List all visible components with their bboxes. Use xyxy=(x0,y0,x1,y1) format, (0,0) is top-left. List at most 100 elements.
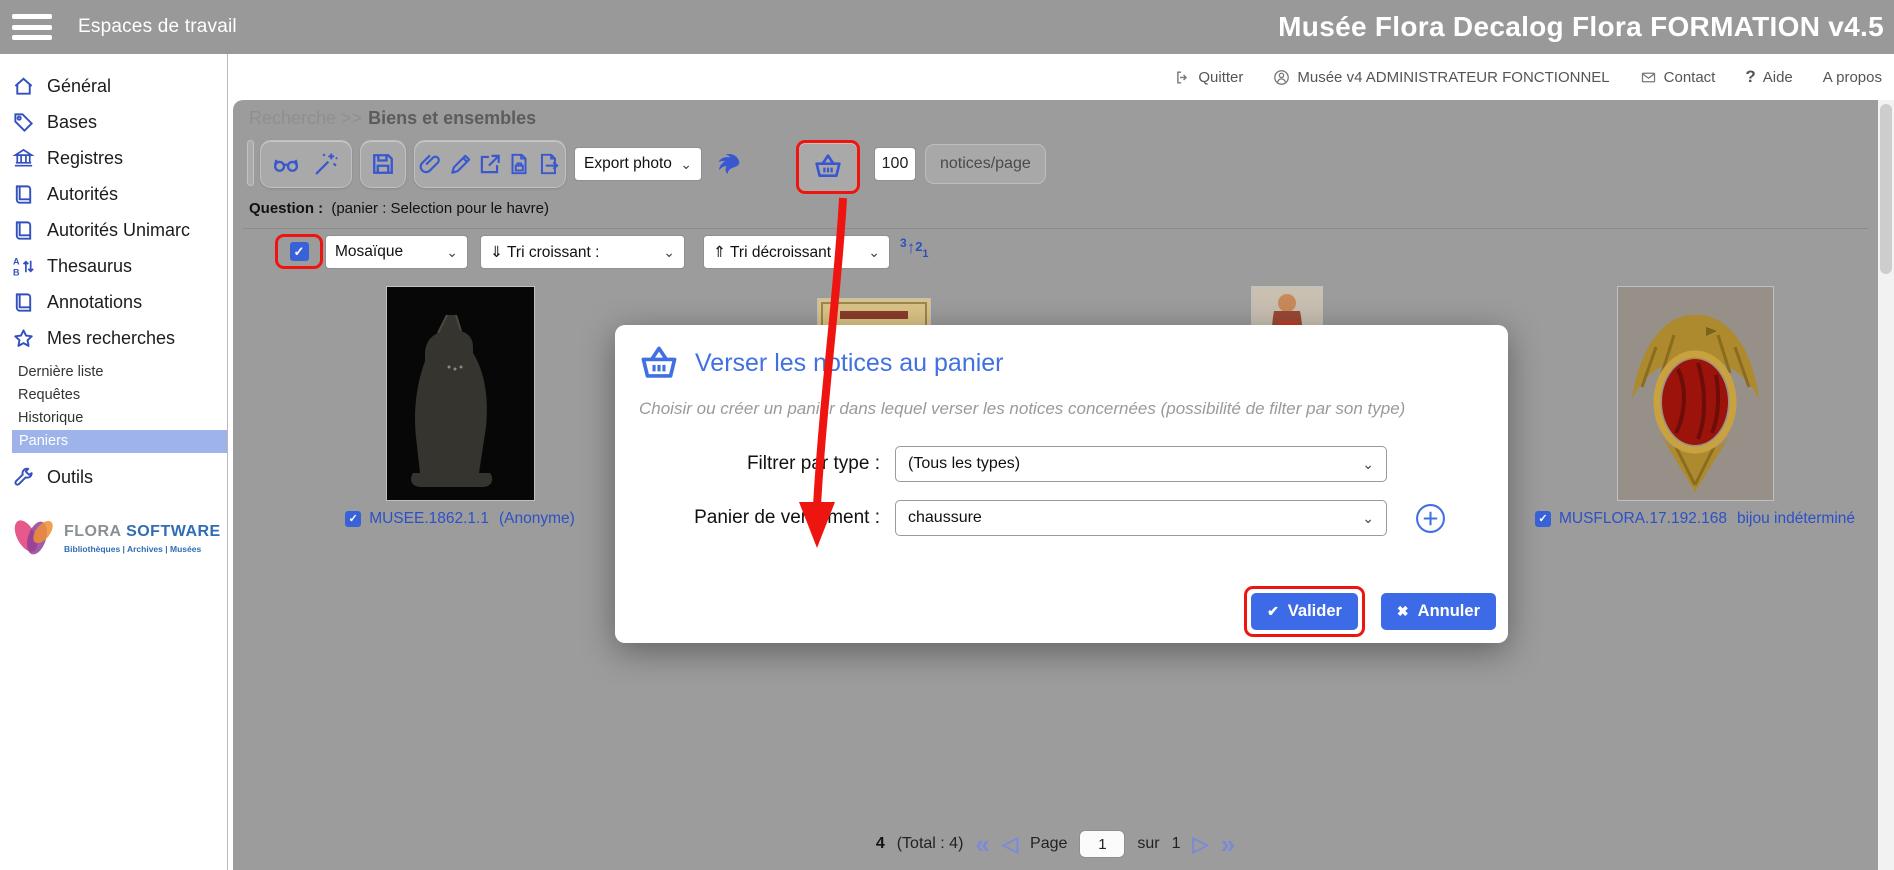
sort-ascending-select[interactable]: ⇓ Tri croissant : ⌄ xyxy=(480,235,685,269)
sidebar-item-registres[interactable]: Registres xyxy=(0,140,227,176)
view-mode-select[interactable]: Mosaïque ⌄ xyxy=(325,235,468,269)
record-meta[interactable]: bijou indéterminé xyxy=(1737,510,1855,528)
sidebar-item-autorites[interactable]: Autorités xyxy=(0,176,227,212)
magic-wand-icon[interactable] xyxy=(312,150,340,178)
first-page-button[interactable]: « xyxy=(975,831,989,857)
apropos-button[interactable]: A propos xyxy=(1823,69,1882,86)
notebook-icon xyxy=(12,291,35,314)
sidebar-subitem-paniers[interactable]: Paniers xyxy=(12,430,227,453)
help-icon: ? xyxy=(1745,67,1755,87)
total-pages: 1 xyxy=(1172,835,1181,853)
sidebar-item-thesaurus[interactable]: A B Thesaurus xyxy=(0,248,227,284)
toolbar-group-edit xyxy=(414,140,566,188)
select-all-annotation-box: ✓ xyxy=(275,234,323,269)
paperclip-icon[interactable] xyxy=(418,151,444,177)
current-user[interactable]: Musée v4 ADMINISTRATEUR FONCTIONNEL xyxy=(1273,69,1609,86)
scrollbar-thumb[interactable] xyxy=(1880,104,1892,274)
chevron-down-icon: ⌄ xyxy=(868,244,880,261)
question-label: Question : xyxy=(249,200,323,217)
hamburger-menu-icon[interactable] xyxy=(12,14,52,40)
toolbar-group-view xyxy=(260,140,352,188)
workspace-label[interactable]: Espaces de travail xyxy=(78,16,237,38)
annuler-button[interactable]: ✖ Annuler xyxy=(1381,593,1496,630)
last-page-button[interactable]: » xyxy=(1221,831,1235,857)
record-link[interactable]: MUSEE.1862.1.1 xyxy=(369,510,489,528)
apropos-label: A propos xyxy=(1823,69,1882,86)
add-basket-plus-icon[interactable] xyxy=(1415,503,1446,534)
top-bar: Espaces de travail Musée Flora Decalog F… xyxy=(0,0,1894,54)
eagle-brooch-image xyxy=(1618,287,1773,500)
target-basket-select[interactable]: chaussure ⌄ xyxy=(895,500,1387,536)
record-checkbox[interactable]: ✓ xyxy=(1535,511,1551,527)
svg-text:B: B xyxy=(13,267,20,277)
svg-text:A: A xyxy=(13,256,20,266)
chevron-down-icon: ⌄ xyxy=(680,156,692,173)
quitter-button[interactable]: Quitter xyxy=(1174,69,1243,86)
flora-logo: FLORA SOFTWARE Bibliothèques | Archives … xyxy=(10,510,221,566)
valider-button[interactable]: ✔ Valider xyxy=(1251,593,1358,630)
document-print-icon[interactable] xyxy=(506,151,532,177)
thumbnail-cat-statue[interactable] xyxy=(386,286,535,501)
flora-flower-icon xyxy=(10,510,56,566)
star-icon xyxy=(12,327,35,350)
next-page-button[interactable]: ▷ xyxy=(1193,834,1209,855)
scrollbar[interactable] xyxy=(1878,100,1894,870)
aide-label: Aide xyxy=(1763,69,1793,86)
refine-bird-button[interactable] xyxy=(711,148,745,182)
sidebar-item-annotations[interactable]: Annotations xyxy=(0,284,227,320)
valider-annotation-box: ✔ Valider xyxy=(1244,586,1365,637)
record-meta[interactable]: (Anonyme) xyxy=(499,510,575,528)
sidebar-subitem-historique[interactable]: Historique xyxy=(0,407,227,430)
aide-button[interactable]: ? Aide xyxy=(1745,67,1792,87)
logo-tagline: Bibliothèques | Archives | Musées xyxy=(64,544,221,554)
page-size-label-pill: notices/page xyxy=(925,144,1046,184)
record-link[interactable]: MUSFLORA.17.192.168 xyxy=(1559,510,1727,528)
modal-subtitle: Choisir ou créer un panier dans lequel v… xyxy=(639,399,1488,419)
modal-title: Verser les notices au panier xyxy=(695,349,1004,378)
target-basket-row: Panier de versement : chaussure ⌄ xyxy=(615,499,1508,537)
save-icon[interactable] xyxy=(369,150,397,178)
mail-icon xyxy=(1640,69,1657,86)
question-value: (panier : Selection pour le havre) xyxy=(331,200,549,217)
archive-columns-icon xyxy=(12,147,35,170)
toolbar-group-save xyxy=(360,140,406,188)
app-title: Musée Flora Decalog Flora FORMATION v4.5 xyxy=(1278,11,1884,43)
sidebar-item-mes-recherches[interactable]: Mes recherches xyxy=(0,320,227,356)
sidebar-item-general[interactable]: Général xyxy=(0,68,227,104)
select-all-checkbox[interactable]: ✓ xyxy=(290,242,309,261)
chevron-down-icon: ⌄ xyxy=(1362,510,1374,527)
sidebar-item-autorites-unimarc[interactable]: Autorités Unimarc xyxy=(0,212,227,248)
previous-page-button[interactable]: ◁ xyxy=(1002,834,1018,855)
sort-descending-select[interactable]: ⇑ Tri décroissant : ⌄ xyxy=(703,235,890,269)
add-to-basket-button[interactable] xyxy=(796,140,860,194)
logo-line2: SOFTWARE xyxy=(126,523,221,540)
sort-321-icon[interactable]: 3↑21 xyxy=(900,236,929,260)
result-count: 4 xyxy=(876,835,885,853)
utility-bar: Quitter Musée v4 ADMINISTRATEUR FONCTION… xyxy=(229,54,1894,100)
pencil-icon[interactable] xyxy=(448,151,474,177)
thumbnail-eagle-brooch[interactable] xyxy=(1617,286,1774,501)
sidebar-item-bases[interactable]: Bases xyxy=(0,104,227,140)
toolbar-separator xyxy=(247,140,254,186)
result-total: (Total : 4) xyxy=(897,835,964,853)
external-link-icon[interactable] xyxy=(477,151,503,177)
page-number-input[interactable] xyxy=(1079,830,1125,858)
sidebar-item-outils[interactable]: Outils xyxy=(0,459,227,495)
contact-label: Contact xyxy=(1664,69,1716,86)
book-icon xyxy=(12,183,35,206)
preview-glasses-icon[interactable] xyxy=(272,150,300,178)
sidebar-subitem-derniere-liste[interactable]: Dernière liste xyxy=(0,361,227,384)
export-photo-select[interactable]: Export photo ⌄ xyxy=(574,147,702,181)
caption-cat-statue: ✓ MUSEE.1862.1.1 (Anonyme) xyxy=(310,510,610,528)
wrench-icon xyxy=(12,466,35,489)
sidebar-subitem-requetes[interactable]: Requêtes xyxy=(0,384,227,407)
page-size-input[interactable] xyxy=(874,147,916,181)
filter-type-select[interactable]: (Tous les types) ⌄ xyxy=(895,446,1387,482)
basket-icon xyxy=(812,151,844,183)
contact-button[interactable]: Contact xyxy=(1640,69,1716,86)
home-icon xyxy=(12,75,35,98)
document-export-icon[interactable] xyxy=(536,151,562,177)
divider xyxy=(243,228,1868,229)
record-checkbox[interactable]: ✓ xyxy=(345,511,361,527)
check-icon: ✔ xyxy=(1267,603,1279,620)
